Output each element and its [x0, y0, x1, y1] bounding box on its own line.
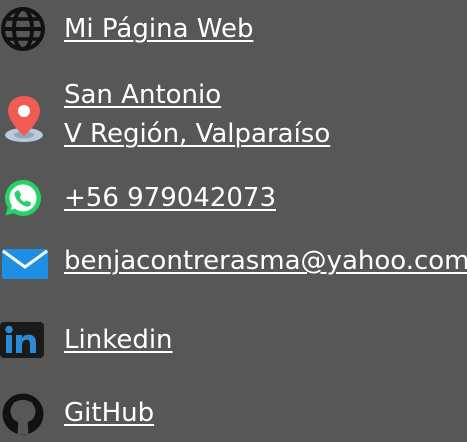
- linkedin-link[interactable]: Linkedin: [64, 325, 173, 355]
- linkedin-icon: [0, 320, 44, 360]
- email-link[interactable]: benjacontrerasma@yahoo.com: [64, 246, 467, 276]
- contact-list: Mi Página Web San Antonio V Región, Valp…: [0, 0, 467, 442]
- mail-icon: [1, 248, 49, 280]
- github-link[interactable]: GitHub: [64, 398, 154, 428]
- globe-icon: [0, 6, 46, 52]
- location-city-link[interactable]: San Antonio: [64, 80, 221, 110]
- website-link[interactable]: Mi Página Web: [64, 14, 253, 44]
- phone-link[interactable]: +56 979042073: [64, 183, 276, 213]
- github-icon: [1, 392, 45, 436]
- whatsapp-icon: [2, 177, 44, 219]
- map-pin-icon: [2, 94, 46, 144]
- location-region-link[interactable]: V Región, Valparaíso: [64, 119, 330, 149]
